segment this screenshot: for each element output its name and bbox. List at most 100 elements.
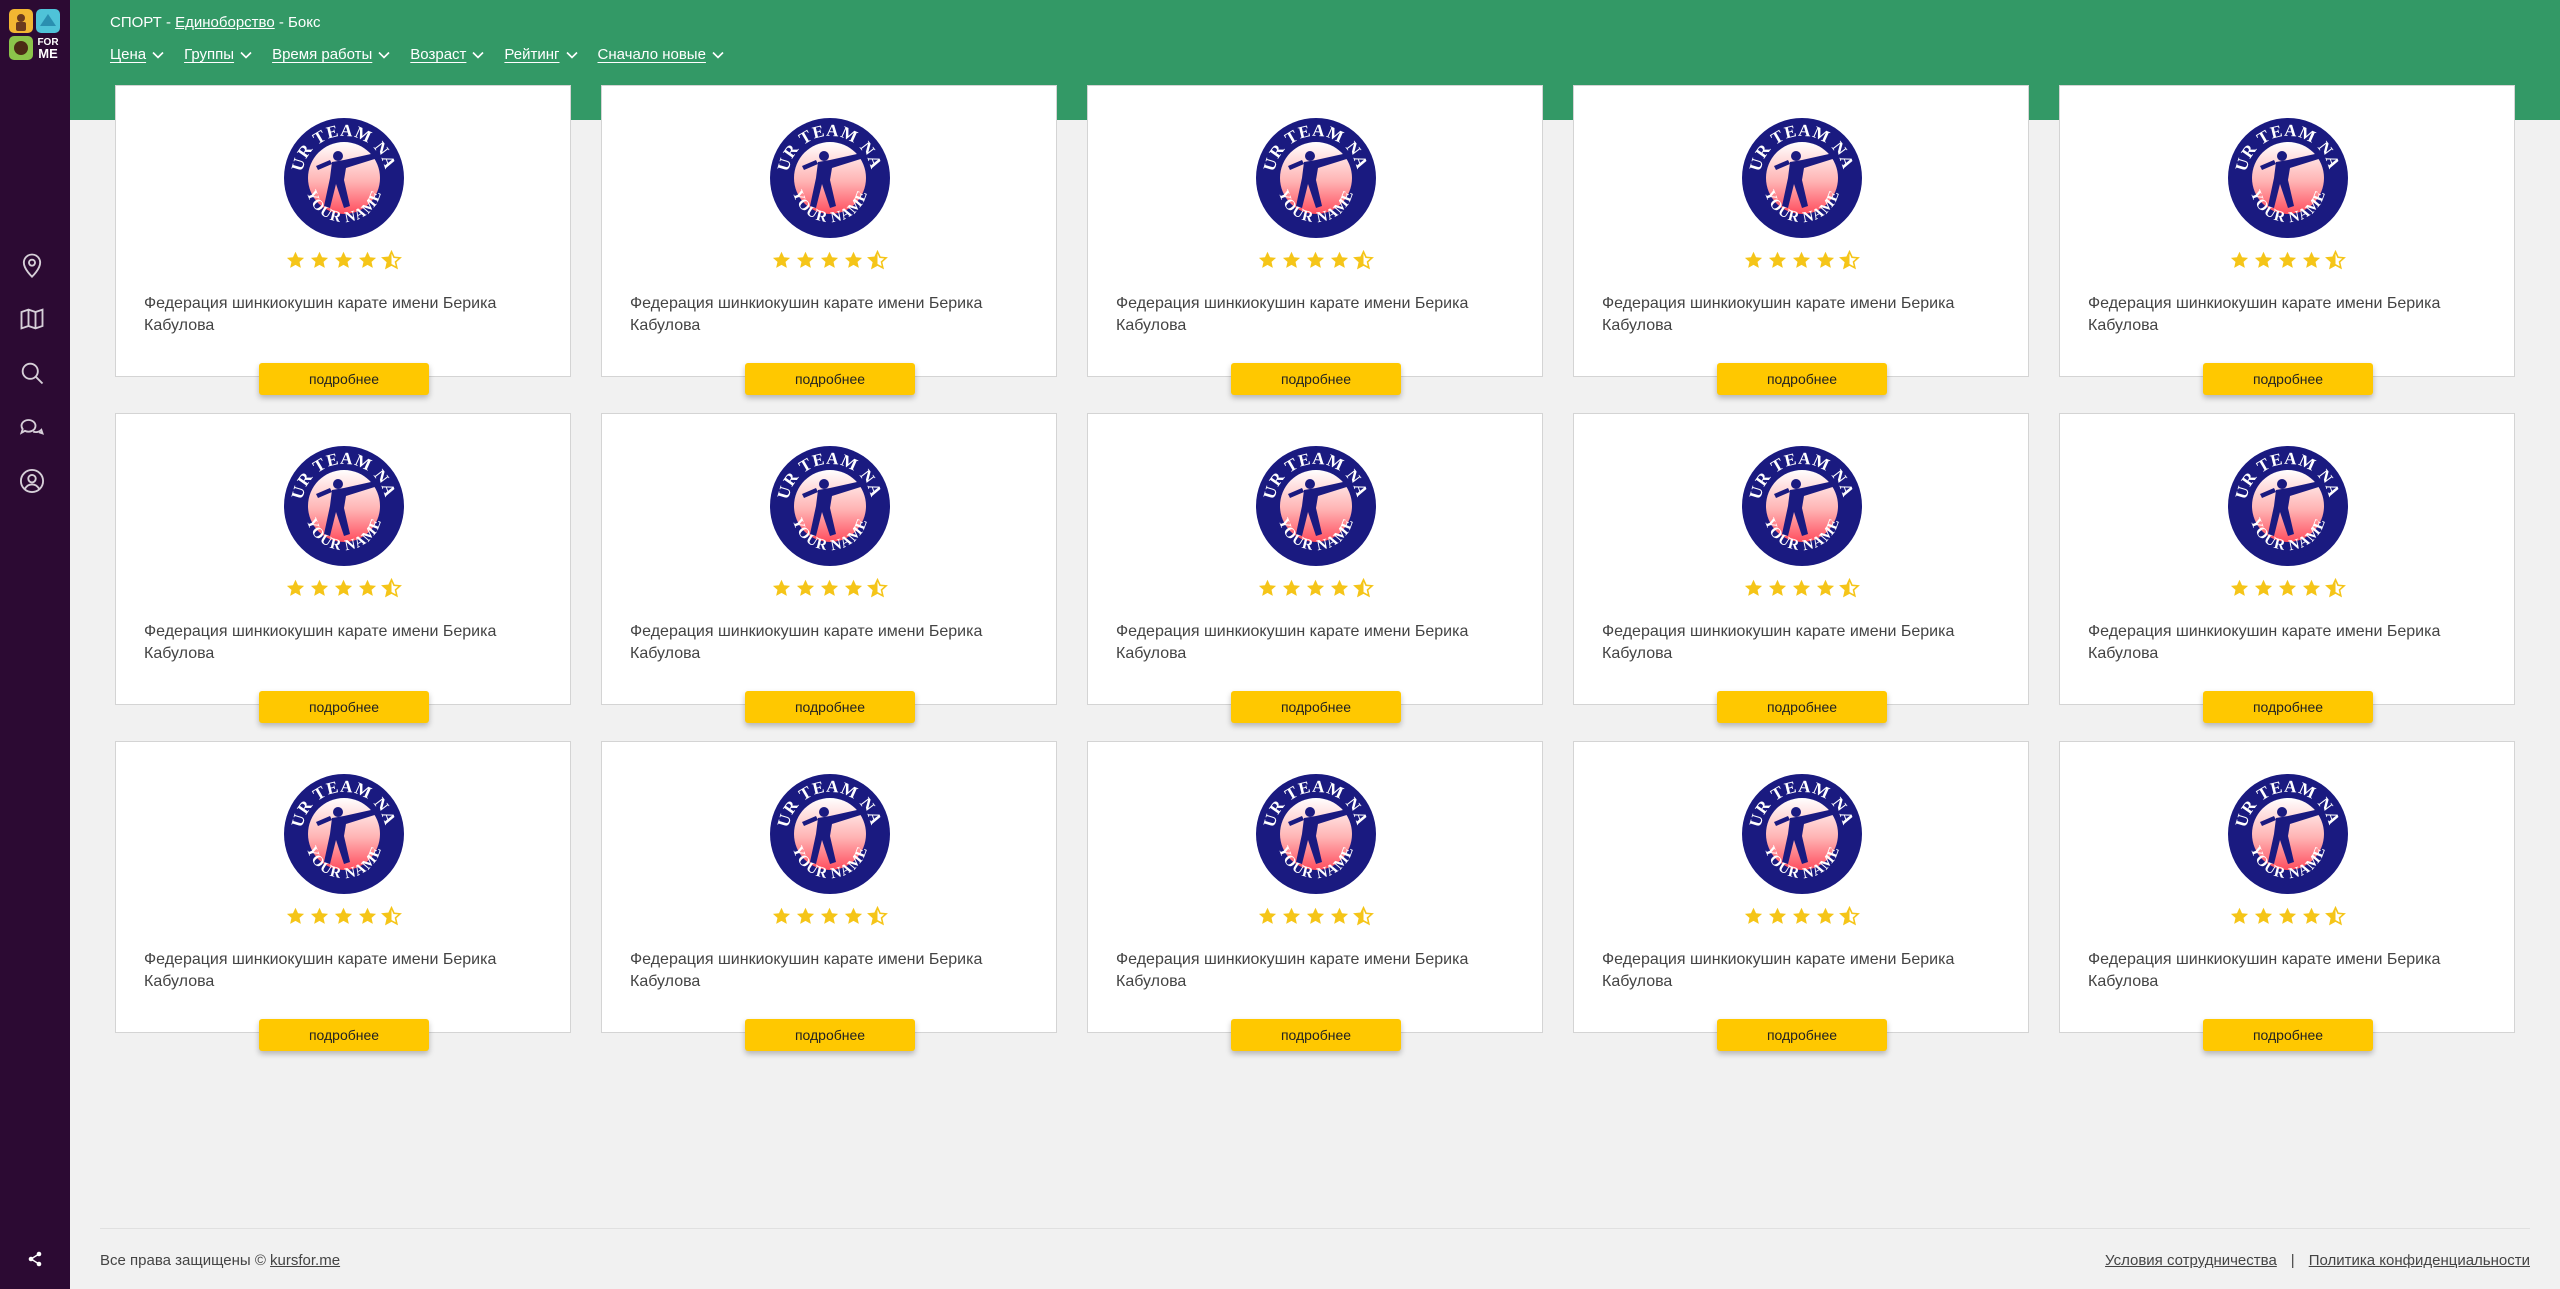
sidebar: FOR ME [0, 0, 70, 1289]
club-title[interactable]: Федерация шинкиокушин карате имени Берик… [1602, 621, 2000, 665]
details-button[interactable]: подробнее [259, 691, 429, 723]
details-button[interactable]: подробнее [2203, 1019, 2373, 1051]
chevron-down-icon [240, 46, 252, 63]
club-logo[interactable]: YOUR TEAM NAMEYOUR NAME [2215, 427, 2352, 570]
club-title[interactable]: Федерация шинкиокушин карате имени Берик… [144, 949, 542, 993]
club-title[interactable]: Федерация шинкиокушин карате имени Берик… [1116, 621, 1514, 665]
club-logo[interactable]: YOUR TEAM NAMEYOUR NAME [2215, 755, 2352, 898]
share-icon[interactable] [27, 1251, 43, 1267]
star-full-icon [1791, 578, 1812, 604]
filter-dropdown[interactable]: Сначало новые [598, 46, 724, 63]
club-logo[interactable]: YOUR TEAM NAMEYOUR NAME [271, 99, 408, 242]
privacy-link[interactable]: Политика конфиденциальности [2309, 1252, 2530, 1269]
club-logo[interactable]: YOUR TEAM NAMEYOUR NAME [1243, 755, 1380, 898]
star-full-icon [285, 250, 306, 276]
footer-divider [100, 1228, 2530, 1229]
star-full-icon [1791, 906, 1812, 932]
star-full-icon [843, 906, 864, 932]
copyright-text: Все права защищены © [100, 1252, 271, 1269]
filter-dropdown[interactable]: Группы [184, 46, 252, 63]
breadcrumb-boxing: Бокс [288, 14, 321, 31]
club-logo[interactable]: YOUR TEAM NAMEYOUR NAME [1729, 427, 1866, 570]
club-title[interactable]: Федерация шинкиокушин карате имени Берик… [2088, 293, 2486, 337]
club-card: YOUR TEAM NAMEYOUR NAME Федерация шинкиок… [601, 85, 1057, 395]
club-title[interactable]: Федерация шинкиокушин карате имени Берик… [144, 293, 542, 337]
club-title[interactable]: Федерация шинкиокушин карате имени Берик… [1116, 293, 1514, 337]
filter-dropdown[interactable]: Время работы [272, 46, 390, 63]
star-full-icon [2301, 906, 2322, 932]
star-full-icon [843, 578, 864, 604]
details-button[interactable]: подробнее [259, 363, 429, 395]
star-half-icon [1838, 577, 1860, 604]
rating-stars [116, 249, 570, 276]
club-title[interactable]: Федерация шинкиокушин карате имени Берик… [144, 621, 542, 665]
club-logo[interactable]: YOUR TEAM NAMEYOUR NAME [271, 755, 408, 898]
star-full-icon [1329, 578, 1350, 604]
details-button[interactable]: подробнее [745, 1019, 915, 1051]
club-logo[interactable]: YOUR TEAM NAMEYOUR NAME [1243, 99, 1380, 242]
star-full-icon [2277, 250, 2298, 276]
filter-bar: Цена Группы Время работы Возраст Рейтинг Снач… [110, 46, 724, 63]
details-button[interactable]: подробнее [259, 1019, 429, 1051]
filter-dropdown[interactable]: Рейтинг [504, 46, 578, 63]
logo-brand-bottom: ME [38, 46, 58, 61]
details-button[interactable]: подробнее [1717, 1019, 1887, 1051]
rating-stars [602, 577, 1056, 604]
star-full-icon [819, 578, 840, 604]
terms-link[interactable]: Условия сотрудничества [2105, 1252, 2277, 1269]
club-title[interactable]: Федерация шинкиокушин карате имени Берик… [1602, 293, 2000, 337]
details-button[interactable]: подробнее [2203, 691, 2373, 723]
star-full-icon [357, 578, 378, 604]
club-logo[interactable]: YOUR TEAM NAMEYOUR NAME [757, 99, 894, 242]
club-title[interactable]: Федерация шинкиокушин карате имени Берик… [1602, 949, 2000, 993]
filter-dropdown[interactable]: Возраст [410, 46, 484, 63]
details-button[interactable]: подробнее [2203, 363, 2373, 395]
club-logo[interactable]: YOUR TEAM NAMEYOUR NAME [2215, 99, 2352, 242]
star-half-icon [380, 905, 402, 932]
club-title[interactable]: Федерация шинкиокушин карате имени Берик… [1116, 949, 1514, 993]
club-card: YOUR TEAM NAMEYOUR NAME Федерация шинкиок… [1087, 85, 1543, 395]
club-title[interactable]: Федерация шинкиокушин карате имени Берик… [630, 621, 1028, 665]
star-full-icon [2229, 906, 2250, 932]
star-full-icon [1743, 250, 1764, 276]
rating-stars [1088, 577, 1542, 604]
star-full-icon [1281, 906, 1302, 932]
club-logo[interactable]: YOUR TEAM NAMEYOUR NAME [1729, 99, 1866, 242]
star-full-icon [2253, 578, 2274, 604]
search-icon[interactable] [17, 358, 47, 388]
club-title[interactable]: Федерация шинкиокушин карате имени Берик… [2088, 949, 2486, 993]
club-title[interactable]: Федерация шинкиокушин карате имени Берик… [2088, 621, 2486, 665]
footer-copyright: Все права защищены © kursfor.me [100, 1252, 340, 1269]
user-icon[interactable] [17, 466, 47, 496]
club-title[interactable]: Федерация шинкиокушин карате имени Берик… [630, 949, 1028, 993]
map-icon[interactable] [17, 304, 47, 334]
club-card: YOUR TEAM NAMEYOUR NAME Федерация шинкиок… [115, 741, 571, 1051]
club-card: YOUR TEAM NAMEYOUR NAME Федерация шинкиок… [2059, 741, 2515, 1051]
details-button[interactable]: подробнее [1231, 691, 1401, 723]
club-logo[interactable]: YOUR TEAM NAMEYOUR NAME [1243, 427, 1380, 570]
rating-stars [1574, 249, 2028, 276]
star-half-icon [2324, 577, 2346, 604]
club-logo[interactable]: YOUR TEAM NAMEYOUR NAME [757, 755, 894, 898]
chevron-down-icon [378, 46, 390, 63]
club-logo[interactable]: YOUR TEAM NAMEYOUR NAME [1729, 755, 1866, 898]
club-logo[interactable]: YOUR TEAM NAMEYOUR NAME [271, 427, 408, 570]
star-full-icon [2277, 578, 2298, 604]
details-button[interactable]: подробнее [1717, 691, 1887, 723]
details-button[interactable]: подробнее [745, 691, 915, 723]
filter-dropdown[interactable]: Цена [110, 46, 164, 63]
chat-icon[interactable] [17, 412, 47, 442]
details-button[interactable]: подробнее [1717, 363, 1887, 395]
details-button[interactable]: подробнее [1231, 1019, 1401, 1051]
location-icon[interactable] [17, 250, 47, 280]
club-card: YOUR TEAM NAMEYOUR NAME Федерация шинкиок… [1573, 741, 2029, 1051]
club-title[interactable]: Федерация шинкиокушин карате имени Берик… [630, 293, 1028, 337]
site-link[interactable]: kursfor.me [270, 1252, 340, 1269]
star-full-icon [1281, 250, 1302, 276]
club-card: YOUR TEAM NAMEYOUR NAME Федерация шинкиок… [601, 741, 1057, 1051]
details-button[interactable]: подробнее [745, 363, 915, 395]
details-button[interactable]: подробнее [1231, 363, 1401, 395]
app-logo[interactable]: FOR ME [8, 8, 62, 62]
breadcrumb-martial-arts-link[interactable]: Единоборство [175, 14, 275, 31]
club-logo[interactable]: YOUR TEAM NAMEYOUR NAME [757, 427, 894, 570]
